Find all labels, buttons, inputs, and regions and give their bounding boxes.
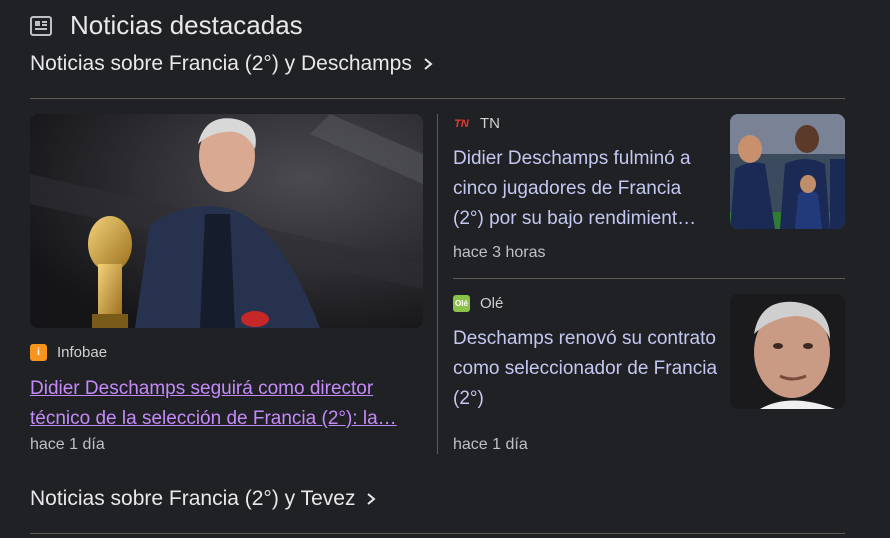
main-story-source: i Infobae <box>30 344 107 361</box>
side-story-1-source: TN TN <box>453 115 500 132</box>
divider <box>30 98 845 99</box>
main-story-timestamp: hace 1 día <box>30 436 105 453</box>
side-story-2-thumbnail[interactable] <box>730 294 845 409</box>
topic-label: Noticias sobre Francia (2°) y Tevez <box>30 487 356 510</box>
side-story-2-timestamp: hace 1 día <box>453 436 528 453</box>
infobae-logo-icon: i <box>30 344 47 361</box>
side-story-1-timestamp: hace 3 horas <box>453 244 546 261</box>
tn-logo-icon: TN <box>454 117 469 130</box>
side-story-2-headline[interactable]: Deschamps renovó su contrato como selecc… <box>453 324 718 414</box>
source-name: Infobae <box>57 344 108 361</box>
ole-logo-icon: Olé <box>453 295 470 312</box>
story-divider <box>453 278 845 279</box>
source-name: Olé <box>480 295 504 312</box>
main-story-image[interactable] <box>30 114 423 328</box>
side-story-1-headline[interactable]: Didier Deschamps fulminó a cinco jugador… <box>453 144 715 234</box>
news-icon <box>30 15 52 36</box>
section-title: Noticias destacadas <box>70 10 303 40</box>
topic-link-tevez[interactable]: Noticias sobre Francia (2°) y Tevez <box>30 487 377 511</box>
source-name: TN <box>480 115 500 132</box>
section-header: Noticias destacadas <box>30 10 303 41</box>
side-story-1-thumbnail[interactable] <box>730 114 845 229</box>
main-story-headline[interactable]: Didier Deschamps seguirá como director t… <box>30 374 425 434</box>
side-story-2-source: Olé Olé <box>453 295 503 312</box>
chevron-right-icon <box>367 493 377 505</box>
chevron-right-icon <box>424 58 433 70</box>
column-divider <box>437 114 438 454</box>
topic-label: Noticias sobre Francia (2°) y Deschamps <box>30 52 412 75</box>
topic-link-deschamps[interactable]: Noticias sobre Francia (2°) y Deschamps <box>30 52 434 76</box>
divider <box>30 533 845 534</box>
